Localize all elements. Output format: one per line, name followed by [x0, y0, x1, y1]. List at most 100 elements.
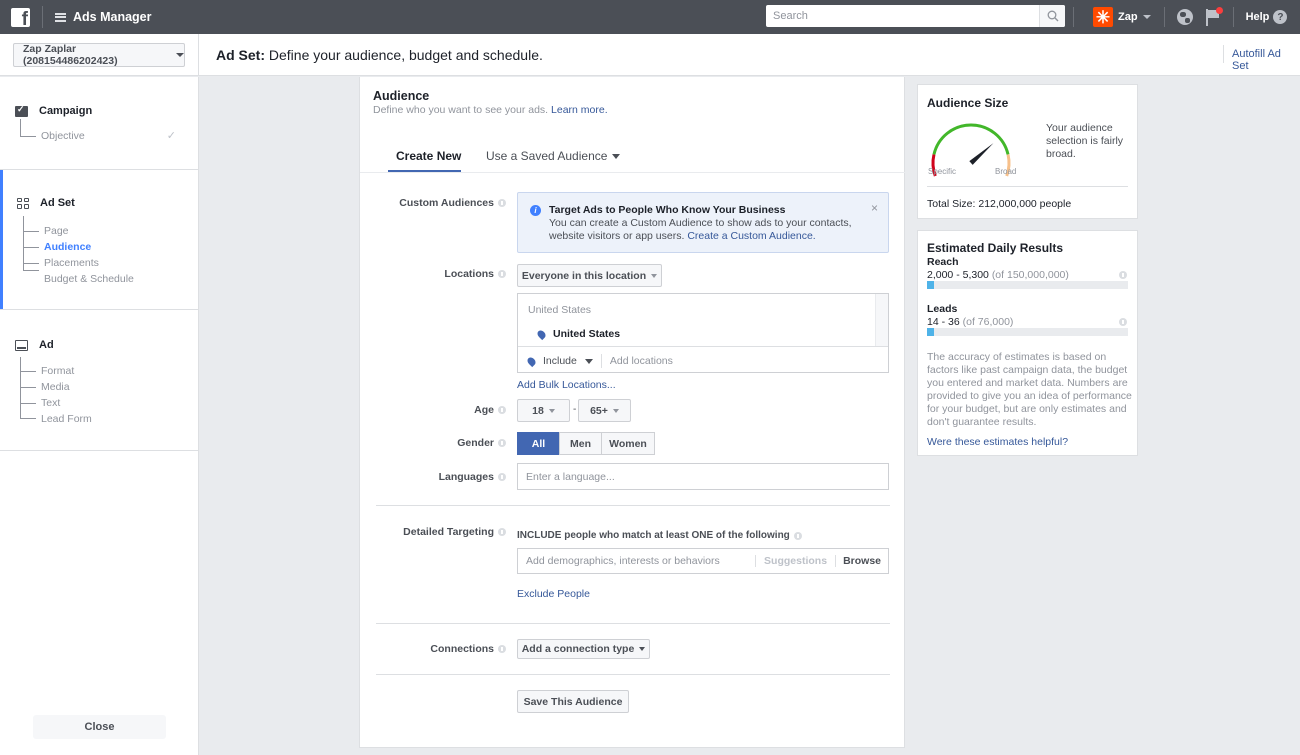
flag-icon[interactable] — [1205, 7, 1223, 26]
location-group-label: United States — [528, 304, 592, 316]
account-menu[interactable]: Zap — [1118, 11, 1138, 23]
section-title: Audience — [373, 89, 430, 103]
page-title: Ad Set: Define your audience, budget and… — [216, 47, 543, 63]
info-icon[interactable] — [1119, 271, 1127, 279]
grid-cell — [24, 197, 29, 202]
globe-icon[interactable] — [1176, 9, 1193, 25]
dropdown-value: Add a connection type — [521, 643, 635, 655]
info-icon[interactable] — [498, 528, 506, 536]
search-input[interactable] — [766, 5, 1039, 27]
info-icon[interactable] — [498, 406, 506, 414]
heading-text: INCLUDE people who match at least ONE of… — [517, 530, 790, 541]
detailed-targeting-input[interactable] — [518, 555, 758, 567]
divider — [600, 354, 602, 368]
add-bulk-locations-link[interactable]: Add Bulk Locations... — [517, 379, 616, 391]
help-icon[interactable]: ? — [1273, 10, 1288, 24]
tree-branch — [20, 418, 36, 419]
tab-create-new[interactable]: Create New — [396, 149, 461, 163]
dropdown-value: 18 — [532, 404, 544, 417]
languages-input[interactable] — [518, 470, 888, 483]
nav-item-label: Format — [41, 365, 75, 377]
browse-button[interactable]: Browse — [835, 555, 888, 567]
nav-campaign[interactable]: Campaign — [15, 104, 92, 117]
divider — [927, 186, 1128, 187]
nav-ad[interactable]: Ad — [15, 339, 54, 351]
exclude-people-link[interactable]: Exclude People — [517, 588, 590, 600]
info-icon[interactable] — [1119, 318, 1127, 326]
location-pin-icon — [535, 328, 548, 340]
gender-option-men[interactable]: Men — [559, 432, 602, 455]
nav-ad-label: Ad — [39, 339, 54, 351]
close-button[interactable]: Close — [33, 715, 166, 739]
gender-option-women[interactable]: Women — [601, 432, 655, 455]
add-locations-input[interactable] — [609, 355, 810, 367]
caret-down-icon[interactable] — [584, 358, 593, 364]
create-custom-audience-link[interactable]: Create a Custom Audience. — [687, 230, 815, 242]
learn-more-link[interactable]: Learn more. — [551, 104, 608, 116]
close-icon[interactable]: × — [871, 201, 878, 215]
age-min-dropdown[interactable]: 18 — [517, 399, 570, 422]
languages-field — [517, 463, 889, 490]
nav-ad-set[interactable]: Ad Set — [17, 197, 75, 209]
label-text: Detailed Targeting — [403, 526, 494, 538]
nav-item-text[interactable]: Text — [20, 395, 60, 411]
nav-item-objective[interactable]: Objective ✓ — [20, 128, 190, 144]
custom-audience-notice: i Target Ads to People Who Know Your Bus… — [517, 192, 889, 253]
topbar-divider — [1232, 7, 1234, 27]
tree-branch — [20, 136, 36, 137]
nav-item-media[interactable]: Media — [20, 379, 70, 395]
left-navigation: Campaign Objective ✓ Ad Set Page Audienc… — [0, 77, 199, 755]
menu-icon[interactable] — [55, 12, 66, 22]
detailed-targeting-label: Detailed Targeting — [403, 526, 506, 538]
gauge-label-specific: Specific — [928, 167, 956, 176]
topbar-divider — [1163, 7, 1165, 27]
estimates-helpful-link[interactable]: Were these estimates helpful? — [927, 436, 1068, 448]
selected-location[interactable]: United States — [535, 328, 621, 340]
leads-bar-fill — [927, 328, 935, 336]
save-audience-button[interactable]: Save This Audience — [517, 690, 629, 713]
search-button[interactable] — [1039, 5, 1065, 27]
nav-item-budget-schedule[interactable]: Budget & Schedule — [23, 270, 134, 287]
gender-option-all[interactable]: All — [517, 432, 560, 455]
tab-label: Create New — [396, 149, 462, 163]
location-type-dropdown[interactable]: Everyone in this location — [517, 264, 662, 287]
tab-use-saved-audience[interactable]: Use a Saved Audience — [486, 149, 621, 163]
chevron-down-icon[interactable] — [1142, 15, 1151, 19]
info-icon[interactable] — [793, 531, 802, 540]
suggestions-button[interactable]: Suggestions — [755, 555, 835, 567]
age-max-dropdown[interactable]: 65+ — [578, 399, 631, 422]
include-dropdown[interactable]: Include — [543, 355, 577, 367]
nav-item-audience[interactable]: Audience — [23, 239, 91, 255]
ad-icon — [15, 339, 28, 351]
location-name: United States — [553, 328, 621, 340]
targeting-actions: Suggestions Browse — [755, 549, 888, 573]
check-icon: ✓ — [166, 130, 176, 142]
search-icon — [1047, 10, 1058, 22]
info-icon[interactable] — [498, 645, 506, 653]
nav-item-page[interactable]: Page — [23, 223, 69, 239]
app-title[interactable]: Ads Manager — [73, 10, 152, 24]
info-icon[interactable] — [498, 199, 506, 207]
info-icon[interactable] — [498, 439, 506, 447]
info-icon[interactable] — [498, 473, 506, 481]
ad-account-selector[interactable]: Zap Zaplar (208154486202423) — [13, 43, 185, 67]
help-link[interactable]: Help — [1246, 11, 1270, 23]
scrollbar[interactable] — [875, 294, 888, 346]
label-text: Gender — [457, 437, 494, 449]
zap-logo-icon[interactable]: ✳ — [1093, 7, 1113, 27]
subtitle-text: Define who you want to see your ads. — [373, 104, 549, 116]
nav-item-format[interactable]: Format — [20, 363, 74, 379]
campaign-folder-icon — [15, 104, 28, 117]
tree-branch — [23, 231, 39, 232]
locations-box: United States United States Include — [517, 293, 889, 373]
facebook-logo-icon[interactable]: f — [11, 7, 30, 29]
nav-item-lead-form[interactable]: Lead Form — [20, 411, 92, 427]
tree-branch — [23, 263, 39, 264]
nav-section-ad: Ad Format Media Text Lead Form — [0, 310, 198, 451]
nav-item-placements[interactable]: Placements — [23, 255, 99, 271]
autofill-ad-set-link[interactable]: Autofill Ad Set — [1232, 48, 1300, 72]
info-icon[interactable] — [498, 270, 506, 278]
topbar-divider — [42, 6, 43, 28]
reach-total: (of 150,000,000) — [991, 269, 1069, 281]
connection-type-dropdown[interactable]: Add a connection type — [517, 639, 650, 659]
